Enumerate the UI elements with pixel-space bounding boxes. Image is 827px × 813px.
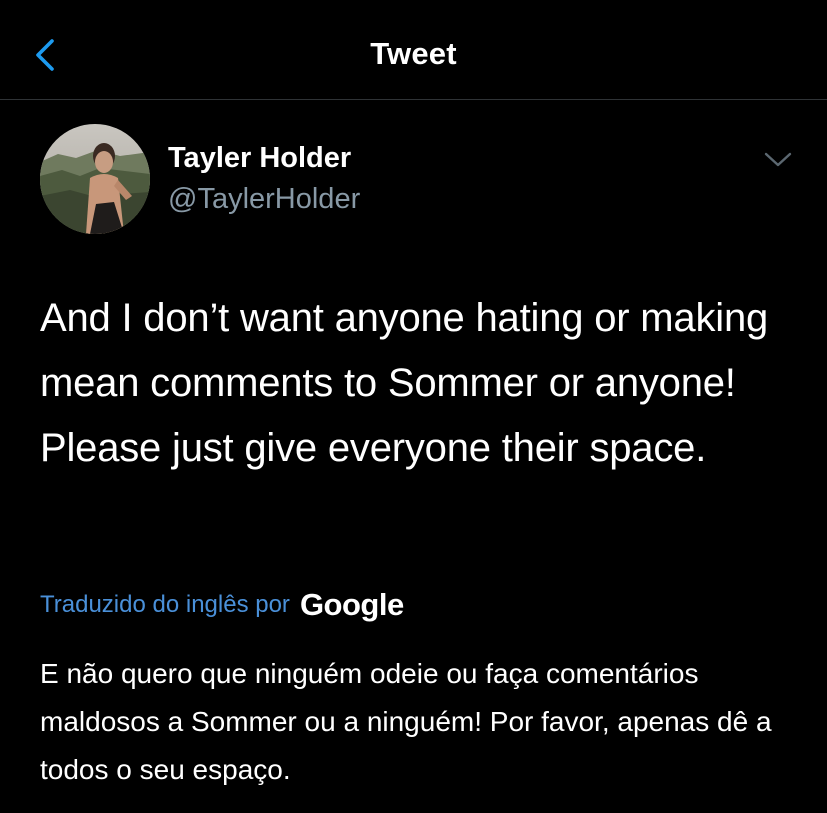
author-name[interactable]: Tayler Holder [168,142,351,175]
translated-by-label[interactable]: Traduzido do inglês por [40,591,290,619]
page-title: Tweet [370,36,457,71]
top-navigation-bar: Tweet [0,0,827,100]
tweet-text: And I don’t want anyone hating or making… [40,296,769,470]
author-handle[interactable]: @TaylerHolder [168,183,360,216]
avatar[interactable] [40,124,150,234]
chevron-down-icon [764,152,792,167]
google-logo: Google [299,587,404,622]
translation-attribution[interactable]: Traduzido do inglês por Google [40,585,404,625]
translated-text: E não quero que ninguém odeie ou faça co… [40,658,772,785]
profile-photo [40,124,150,234]
more-options-button[interactable] [762,148,794,172]
